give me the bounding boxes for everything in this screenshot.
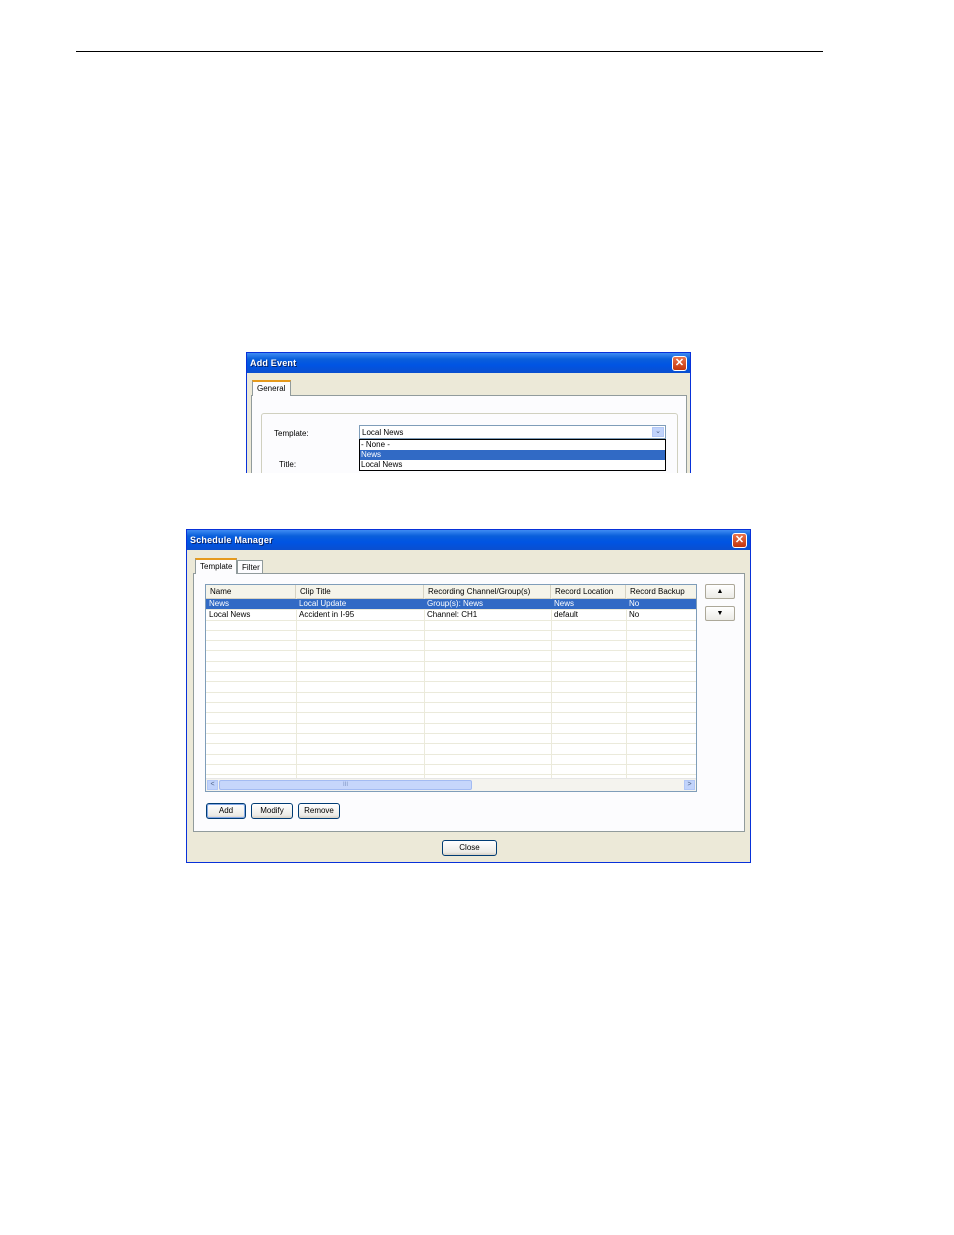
empty-row: [206, 764, 696, 775]
cell-clip-title: Accident in I-95: [299, 610, 355, 619]
schedule-manager-title-bar[interactable]: Schedule Manager ✕: [187, 530, 750, 550]
templates-table[interactable]: Name Clip Title Recording Channel/Group(…: [205, 584, 697, 792]
schedule-manager-title: Schedule Manager: [190, 535, 273, 545]
tab-general-label: General: [257, 384, 286, 393]
empty-row: [206, 640, 696, 651]
add-button[interactable]: Add: [206, 803, 246, 819]
table-header: Name Clip Title Recording Channel/Group(…: [206, 585, 696, 599]
move-down-button[interactable]: ▼: [705, 606, 735, 621]
add-event-title-bar[interactable]: Add Event ✕: [247, 353, 690, 373]
modify-button[interactable]: Modify: [251, 803, 293, 819]
horizontal-scrollbar[interactable]: < III >: [206, 778, 696, 791]
empty-row: [206, 671, 696, 682]
empty-row: [206, 702, 696, 713]
tab-filter[interactable]: Filter: [237, 560, 263, 574]
dropdown-option-local-news[interactable]: Local News: [360, 460, 665, 470]
cell-record-backup: No: [629, 599, 640, 608]
template-label: Template:: [274, 429, 309, 438]
column-header-recording-channel[interactable]: Recording Channel/Group(s): [424, 585, 551, 598]
add-event-title: Add Event: [250, 358, 297, 368]
chevron-down-icon[interactable]: ⌄: [652, 427, 664, 437]
cell-name: Local News: [209, 610, 251, 619]
tab-filter-label: Filter: [242, 563, 260, 572]
tab-general[interactable]: General: [252, 380, 291, 396]
remove-button[interactable]: Remove: [298, 803, 340, 819]
column-header-record-location[interactable]: Record Location: [551, 585, 626, 598]
add-event-dialog: Add Event ✕ General Template: Local News…: [246, 352, 691, 473]
column-header-name[interactable]: Name: [206, 585, 296, 598]
page-header-rule: [76, 51, 823, 52]
dropdown-option-news[interactable]: News: [360, 450, 665, 460]
template-tab-panel: Name Clip Title Recording Channel/Group(…: [193, 573, 745, 832]
tab-template-label: Template: [200, 562, 233, 571]
close-button[interactable]: Close: [442, 840, 497, 856]
cell-recording-channel: Group(s): News: [427, 599, 484, 608]
close-icon[interactable]: ✕: [672, 356, 687, 371]
empty-row: [206, 733, 696, 744]
cell-record-location: News: [554, 599, 575, 608]
cell-recording-channel: Channel: CH1: [427, 610, 478, 619]
dropdown-option-none[interactable]: - None -: [360, 440, 665, 450]
move-up-button[interactable]: ▲: [705, 584, 735, 599]
arrow-down-icon: ▼: [716, 610, 724, 617]
column-header-clip-title[interactable]: Clip Title: [296, 585, 424, 598]
arrow-up-icon: ▲: [716, 588, 724, 595]
cell-clip-title: Local Update: [299, 599, 347, 608]
schedule-manager-dialog: Schedule Manager ✕ Template Filter Name …: [186, 529, 751, 863]
table-row[interactable]: News Local Update Group(s): News News No: [206, 599, 696, 610]
template-dropdown-list: - None - News Local News: [359, 439, 666, 471]
title-label: Title:: [279, 460, 297, 469]
general-tab-panel: Template: Local News ⌄ - None - News Loc…: [251, 395, 687, 473]
cell-name: News: [209, 599, 230, 608]
template-select-value: Local News: [362, 428, 404, 437]
tab-template[interactable]: Template: [195, 558, 237, 574]
scroll-left-icon[interactable]: <: [207, 780, 218, 790]
template-select[interactable]: Local News ⌄: [359, 425, 666, 439]
scrollbar-thumb[interactable]: III: [219, 780, 472, 790]
cell-record-location: default: [554, 610, 579, 619]
close-icon[interactable]: ✕: [732, 533, 747, 548]
scroll-right-icon[interactable]: >: [684, 780, 695, 790]
column-header-record-backup[interactable]: Record Backup: [626, 585, 696, 598]
cell-record-backup: No: [629, 610, 640, 619]
